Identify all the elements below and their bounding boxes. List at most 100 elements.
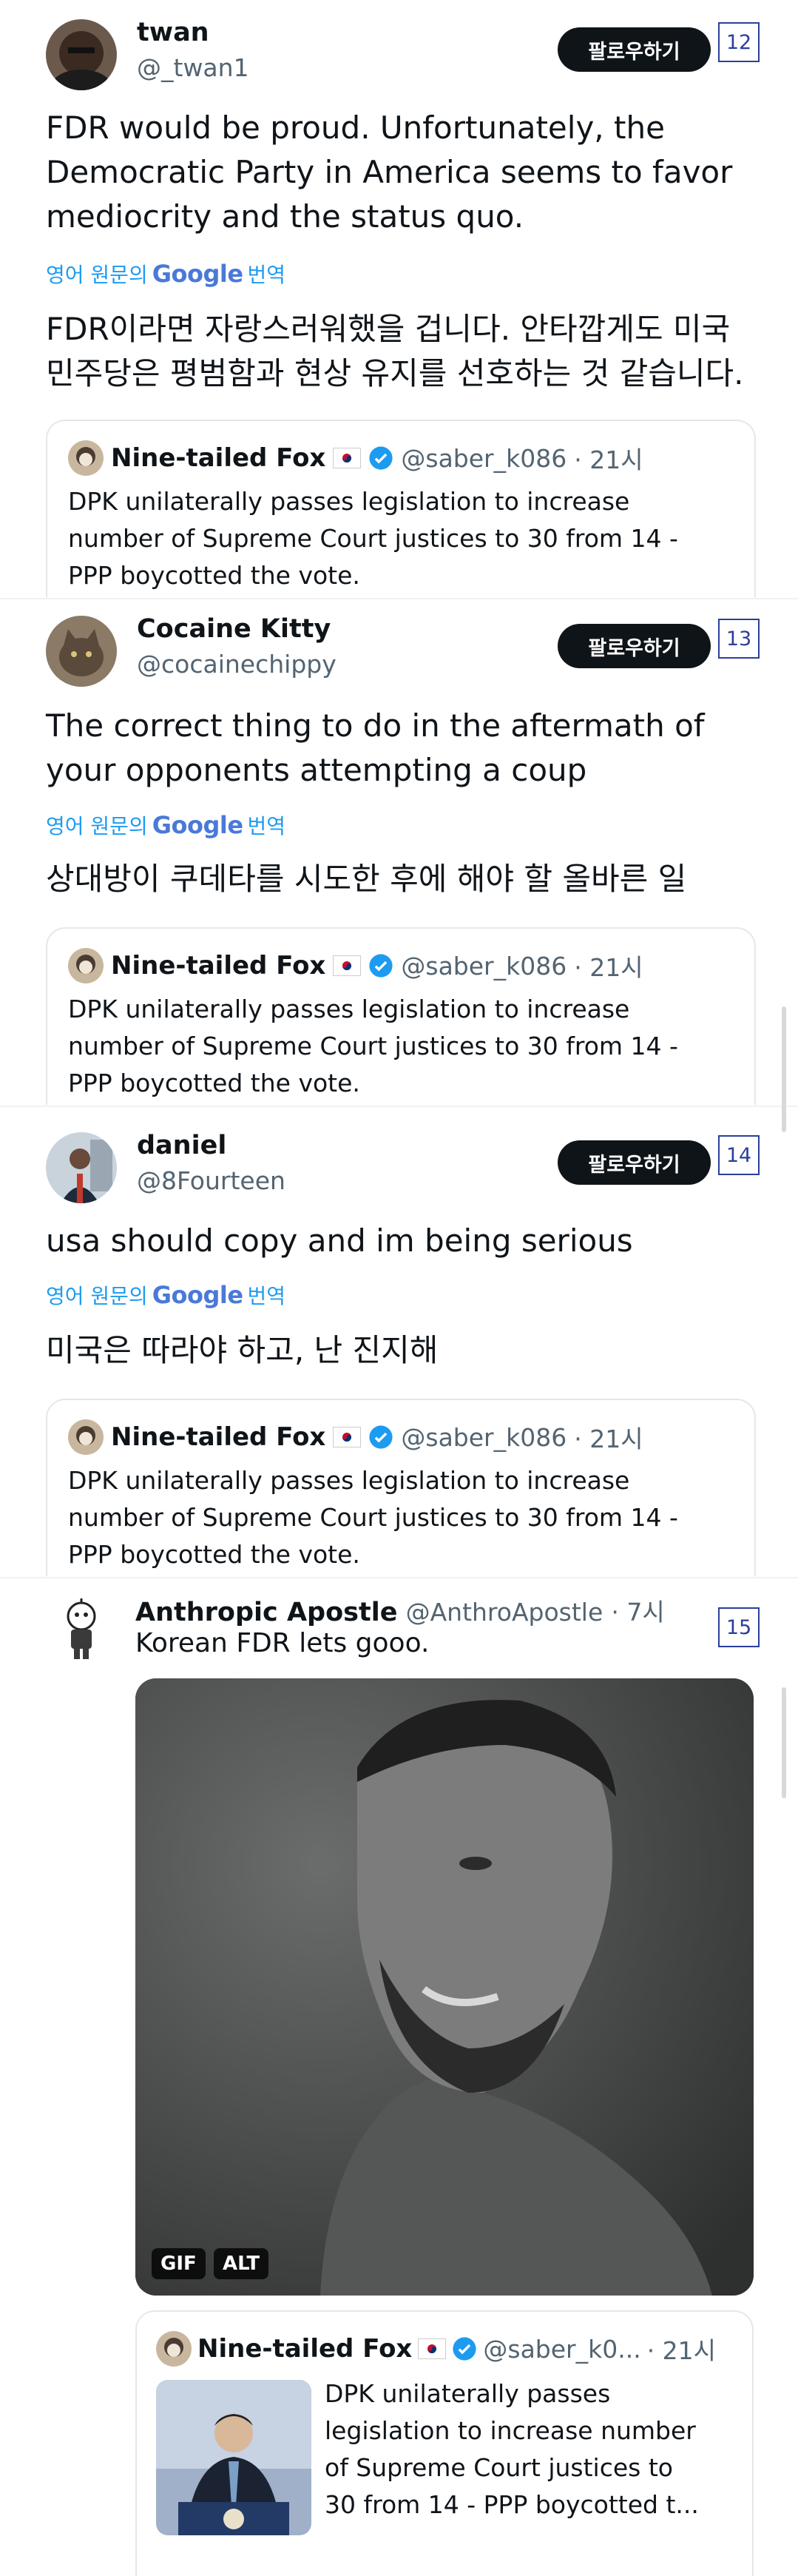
quoted-user-name: Nine-tailed Fox <box>111 951 326 981</box>
quoted-text: DPK unilaterally passes legislation to i… <box>68 991 734 1102</box>
tweet-text-line: your opponents attempting a coup <box>46 752 587 788</box>
user-handle[interactable]: @8Fourteen <box>137 1166 285 1195</box>
translate-suffix: 번역 <box>247 1284 286 1308</box>
korea-flag-icon <box>333 955 362 976</box>
translate-prefix: 영어 원문의 <box>46 814 148 838</box>
user-handle[interactable]: @AnthroApostle <box>406 1598 603 1627</box>
reply-number-badge: 12 <box>718 22 760 62</box>
quoted-avatar <box>68 1419 104 1455</box>
user-handle[interactable]: @_twan1 <box>137 53 249 82</box>
avatar[interactable] <box>46 1132 117 1203</box>
tweet-text: usa should copy and im being serious <box>46 1219 756 1263</box>
translate-suffix: 번역 <box>247 263 286 287</box>
quoted-text-line: DPK unilaterally passes legislation to i… <box>68 995 630 1023</box>
verified-badge-icon <box>453 2337 476 2361</box>
reply-number-badge: 14 <box>718 1135 760 1175</box>
avatar[interactable] <box>58 1598 105 1661</box>
cat-avatar-icon <box>46 616 117 687</box>
quoted-tweet[interactable]: Nine-tailed Fox @saber_k086 · 21시 DPK un… <box>46 420 756 597</box>
translate-link[interactable]: 영어 원문의 Google 번역 <box>46 1280 285 1310</box>
gif-media[interactable]: GIF ALT <box>135 1678 754 2296</box>
quoted-text-line: DPK unilaterally passes legislation to i… <box>68 1466 630 1495</box>
quoted-tweet[interactable]: Nine-tailed Fox @saber_k0... · 21시 DPK u… <box>135 2310 754 2576</box>
tweet-text-line: mediocrity and the status quo. <box>46 198 524 235</box>
translated-text: 상대방이 쿠데타를 시도한 후에 해야 할 올바른 일 <box>46 857 756 901</box>
quoted-avatar <box>68 440 104 476</box>
quoted-text-line: PPP boycotted the vote. <box>68 561 360 590</box>
translated-line: 미국은 따라야 하고, 난 진지해 <box>46 1332 439 1368</box>
translate-prefix: 영어 원문의 <box>46 263 148 287</box>
google-logo: Google <box>152 811 243 839</box>
quoted-user-handle: @saber_k0... <box>483 2334 641 2364</box>
quoted-user-name: Nine-tailed Fox <box>111 1422 326 1452</box>
quoted-text-line: legislation to increase number <box>325 2416 696 2445</box>
tweet-text-line: FDR would be proud. Unfortunately, the <box>46 110 665 146</box>
quoted-tweet[interactable]: Nine-tailed Fox @saber_k086 · 21시 DPK un… <box>46 1399 756 1576</box>
quoted-text-line: PPP boycotted the vote. <box>68 1069 360 1097</box>
gif-image-icon <box>135 1678 754 2296</box>
translate-prefix: 영어 원문의 <box>46 1284 148 1308</box>
tweet-text-line: usa should copy and im being serious <box>46 1223 633 1259</box>
avatar[interactable] <box>46 19 117 90</box>
verified-badge-icon <box>369 954 393 978</box>
fox-avatar-icon <box>68 948 104 983</box>
quoted-text-line: DPK unilaterally passes <box>325 2379 611 2408</box>
avatar-photo-icon <box>46 1132 117 1203</box>
tweet-divider <box>0 1577 798 1578</box>
reply-number-badge: 13 <box>718 619 760 659</box>
translated-text: 미국은 따라야 하고, 난 진지해 <box>46 1328 756 1373</box>
user-name[interactable]: Anthropic Apostle <box>135 1598 397 1627</box>
user-name[interactable]: twan <box>137 18 209 47</box>
follow-button[interactable]: 팔로우하기 <box>558 27 711 72</box>
korea-flag-icon <box>333 1427 362 1447</box>
quoted-time: · 21시 <box>574 445 643 474</box>
quoted-text: DPK unilaterally passes legislation to i… <box>325 2375 739 2523</box>
tweet-divider <box>0 598 798 599</box>
quoted-thumbnail <box>156 2380 311 2535</box>
user-name[interactable]: daniel <box>137 1131 226 1160</box>
quoted-user-name: Nine-tailed Fox <box>111 443 326 473</box>
translated-line: 상대방이 쿠데타를 시도한 후에 해야 할 올바른 일 <box>46 861 687 897</box>
google-logo: Google <box>152 1281 243 1309</box>
translated-line: FDR이라면 자랑스러워했을 겁니다. 안타깝게도 미국 <box>46 311 731 347</box>
alt-badge[interactable]: ALT <box>214 2248 269 2279</box>
quoted-tweet[interactable]: Nine-tailed Fox @saber_k086 · 21시 DPK un… <box>46 927 756 1105</box>
gif-badge[interactable]: GIF <box>152 2248 206 2279</box>
follow-button[interactable]: 팔로우하기 <box>558 624 711 668</box>
tweet-text-line: The correct thing to do in the aftermath… <box>46 707 705 744</box>
avatar[interactable] <box>46 616 117 687</box>
tweet-text-line: Democratic Party in America seems to fav… <box>46 154 733 190</box>
quoted-avatar <box>156 2331 192 2367</box>
user-name[interactable]: Cocaine Kitty <box>137 614 331 644</box>
quoted-time: · 21시 <box>574 1425 643 1453</box>
fox-avatar-icon <box>68 1419 104 1455</box>
quoted-text: DPK unilaterally passes legislation to i… <box>68 1462 734 1573</box>
fox-avatar-icon <box>68 440 104 476</box>
tweet-time[interactable]: · 7시 <box>611 1598 664 1627</box>
quoted-text-line: of Supreme Court justices to <box>325 2453 673 2482</box>
quoted-time: · 21시 <box>574 953 643 982</box>
press-conference-photo-icon <box>156 2380 311 2535</box>
translate-link[interactable]: 영어 원문의 Google 번역 <box>46 810 285 840</box>
user-handle[interactable]: @cocainechippy <box>137 650 337 679</box>
quoted-text-line: 30 from 14 - PPP boycotted t... <box>325 2490 699 2519</box>
avatar-photo-icon <box>46 19 117 90</box>
follow-button[interactable]: 팔로우하기 <box>558 1140 711 1185</box>
quoted-avatar <box>68 948 104 983</box>
tweet-text: FDR would be proud. Unfortunately, the D… <box>46 106 756 239</box>
robot-avatar-icon <box>67 1598 96 1659</box>
quoted-time: · 21시 <box>646 2336 717 2365</box>
scrollbar[interactable] <box>782 1687 786 1798</box>
author-line: Anthropic Apostle @AnthroApostle · 7시 <box>135 1593 665 1628</box>
quoted-tweet-header: Nine-tailed Fox @saber_k086 · 21시 <box>68 1419 643 1455</box>
translate-link[interactable]: 영어 원문의 Google 번역 <box>46 259 285 289</box>
translated-line: 민주당은 평범함과 현상 유지를 선호하는 것 같습니다. <box>46 355 744 391</box>
korea-flag-icon <box>418 2338 447 2359</box>
quoted-user-name: Nine-tailed Fox <box>197 2334 413 2364</box>
quoted-text-line: number of Supreme Court justices to 30 f… <box>68 1503 678 1532</box>
reply-number-badge: 15 <box>718 1607 760 1647</box>
tweet-text: Korean FDR lets gooo. <box>135 1628 430 1658</box>
quoted-tweet-header: Nine-tailed Fox @saber_k086 · 21시 <box>68 440 643 476</box>
scrollbar[interactable] <box>782 1006 786 1132</box>
quoted-text: DPK unilaterally passes legislation to i… <box>68 483 734 594</box>
